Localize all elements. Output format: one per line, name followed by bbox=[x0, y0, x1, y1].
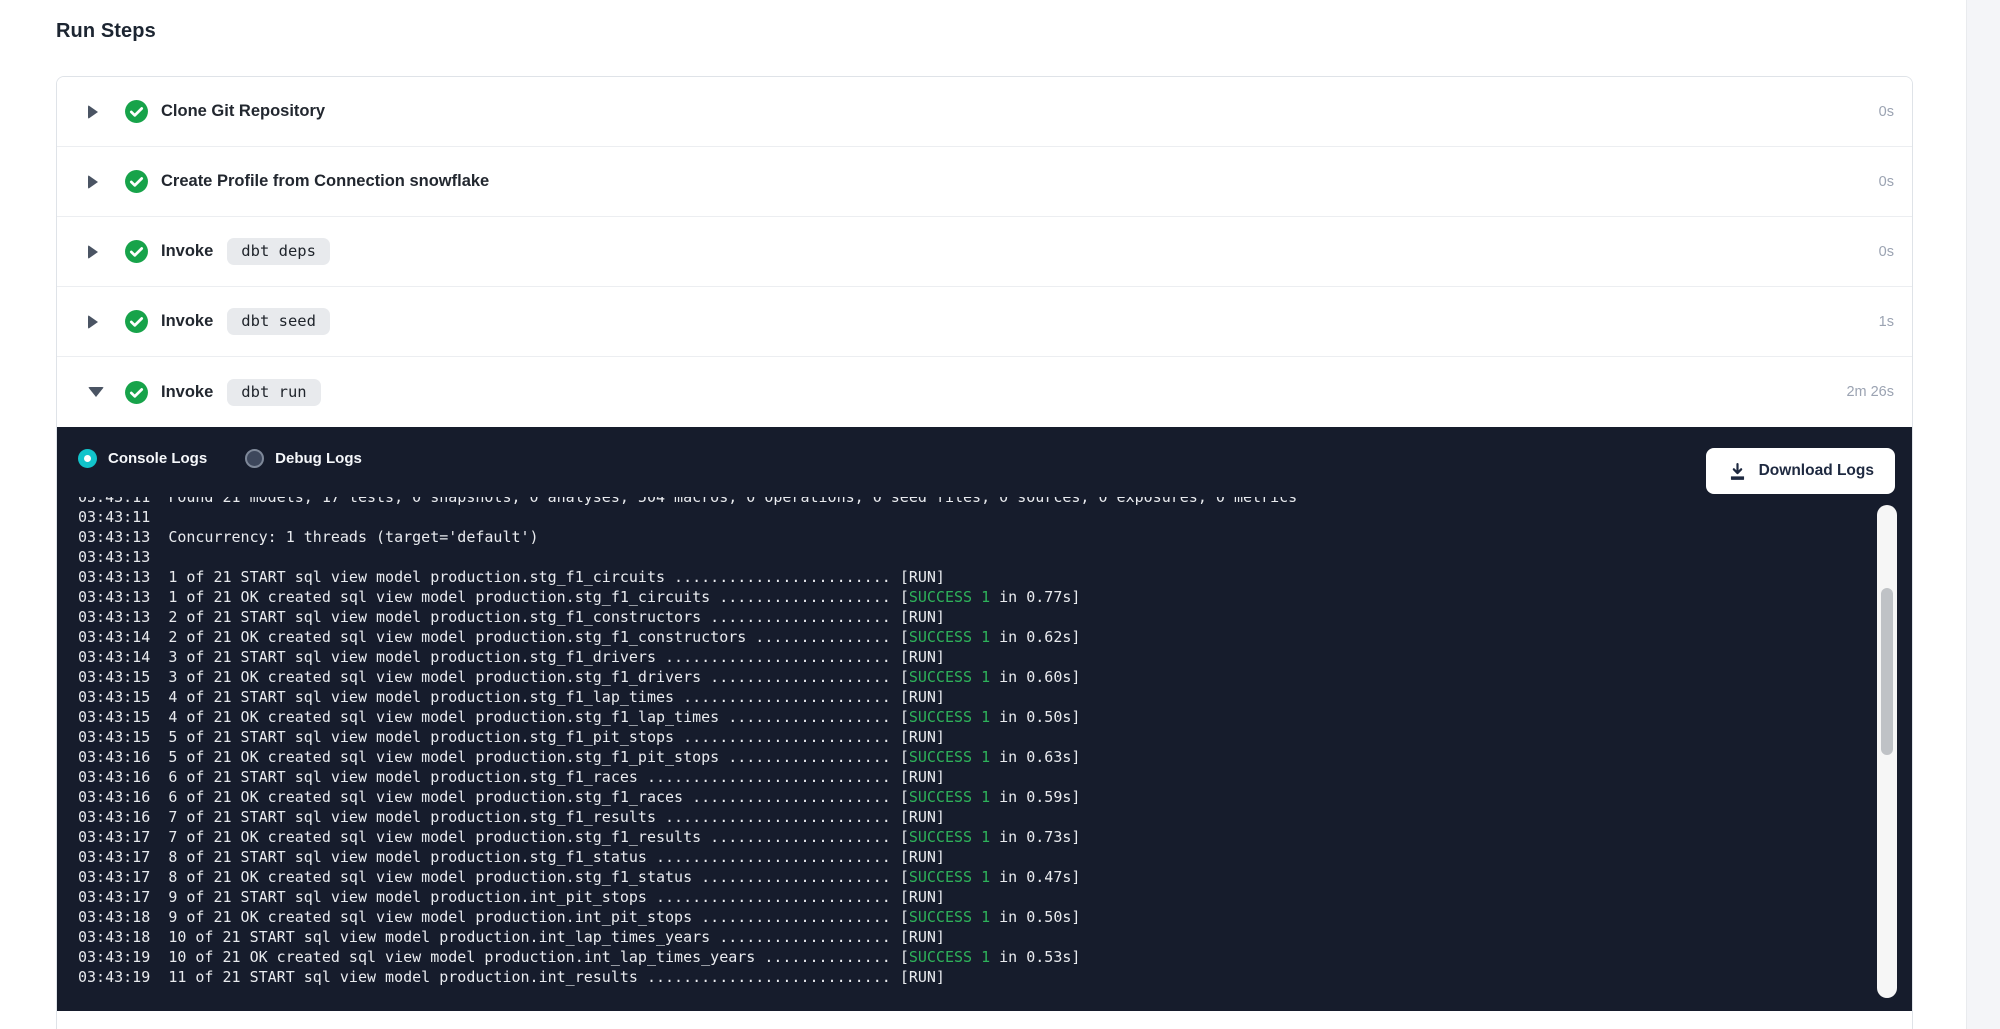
log-line: 03:43:18 9 of 21 OK created sql view mod… bbox=[78, 907, 1872, 927]
chevron-right-icon[interactable] bbox=[88, 315, 106, 329]
run-steps-card: Clone Git Repository 0s Create Profile f… bbox=[56, 76, 1913, 1029]
log-type-tabs: Console Logs Debug Logs bbox=[78, 449, 400, 468]
log-line: 03:43:15 3 of 21 OK created sql view mod… bbox=[78, 667, 1872, 687]
console-logs-option[interactable]: Console Logs bbox=[78, 449, 207, 468]
step-label: Clone Git Repository bbox=[161, 102, 325, 121]
debug-logs-label: Debug Logs bbox=[275, 450, 362, 467]
step-command-badge: dbt run bbox=[227, 379, 320, 406]
page-title: Run Steps bbox=[56, 20, 156, 43]
log-line: 03:43:17 7 of 21 OK created sql view mod… bbox=[78, 827, 1872, 847]
download-logs-button[interactable]: Download Logs bbox=[1706, 448, 1895, 494]
chevron-down-icon[interactable] bbox=[88, 387, 106, 397]
debug-logs-option[interactable]: Debug Logs bbox=[245, 449, 362, 468]
step-label: Invoke bbox=[161, 312, 213, 331]
download-icon bbox=[1727, 461, 1748, 482]
log-line: 03:43:17 8 of 21 START sql view model pr… bbox=[78, 847, 1872, 867]
step-label: Invoke bbox=[161, 383, 213, 402]
chevron-right-icon[interactable] bbox=[88, 245, 106, 259]
step-row-invoke-dbt-run[interactable]: Invoke dbt run 2m 26s bbox=[57, 357, 1912, 427]
step-duration: 0s bbox=[1879, 174, 1894, 190]
step-row-create-profile[interactable]: Create Profile from Connection snowflake… bbox=[57, 147, 1912, 217]
log-line: 03:43:16 6 of 21 OK created sql view mod… bbox=[78, 787, 1872, 807]
success-check-icon bbox=[124, 380, 149, 405]
console-panel: Console Logs Debug Logs Download Logs 03… bbox=[57, 427, 1912, 1011]
log-line: 03:43:13 Concurrency: 1 threads (target=… bbox=[78, 527, 1872, 547]
step-command-badge: dbt deps bbox=[227, 238, 330, 265]
console-logs-label: Console Logs bbox=[108, 450, 207, 467]
log-line: 03:43:15 4 of 21 START sql view model pr… bbox=[78, 687, 1872, 707]
step-label: Create Profile from Connection snowflake bbox=[161, 172, 489, 191]
log-line: 03:43:17 8 of 21 OK created sql view mod… bbox=[78, 867, 1872, 887]
log-line: 03:43:13 2 of 21 START sql view model pr… bbox=[78, 607, 1872, 627]
log-line: 03:43:15 4 of 21 OK created sql view mod… bbox=[78, 707, 1872, 727]
log-line: 03:43:16 5 of 21 OK created sql view mod… bbox=[78, 747, 1872, 767]
download-logs-label: Download Logs bbox=[1759, 462, 1874, 480]
success-check-icon bbox=[124, 169, 149, 194]
step-duration: 0s bbox=[1879, 104, 1894, 120]
log-line: 03:43:13 1 of 21 START sql view model pr… bbox=[78, 567, 1872, 587]
log-line: 03:43:18 10 of 21 START sql view model p… bbox=[78, 927, 1872, 947]
console-log-output[interactable]: 03:43:11 Found 21 models, 17 tests, 0 sn… bbox=[78, 497, 1872, 1001]
success-check-icon bbox=[124, 239, 149, 264]
chevron-right-icon[interactable] bbox=[88, 175, 106, 189]
step-command-badge: dbt seed bbox=[227, 308, 330, 335]
step-row-clone-git-repository[interactable]: Clone Git Repository 0s bbox=[57, 77, 1912, 147]
log-line: 03:43:19 10 of 21 OK created sql view mo… bbox=[78, 947, 1872, 967]
log-content: 03:43:11 Found 21 models, 17 tests, 0 sn… bbox=[78, 497, 1872, 987]
log-line: 03:43:17 9 of 21 START sql view model pr… bbox=[78, 887, 1872, 907]
log-line: 03:43:14 3 of 21 START sql view model pr… bbox=[78, 647, 1872, 667]
radio-unselected-icon[interactable] bbox=[245, 449, 264, 468]
radio-selected-icon[interactable] bbox=[78, 449, 97, 468]
step-row-invoke-dbt-deps[interactable]: Invoke dbt deps 0s bbox=[57, 217, 1912, 287]
step-label: Invoke bbox=[161, 242, 213, 261]
log-line: 03:43:16 6 of 21 START sql view model pr… bbox=[78, 767, 1872, 787]
scrollbar-thumb[interactable] bbox=[1881, 588, 1893, 755]
chevron-right-icon[interactable] bbox=[88, 105, 106, 119]
success-check-icon bbox=[124, 309, 149, 334]
page-edge-strip bbox=[1966, 0, 2000, 1029]
log-line: 03:43:13 bbox=[78, 547, 1872, 567]
step-duration: 2m 26s bbox=[1846, 384, 1894, 400]
log-line: 03:43:15 5 of 21 START sql view model pr… bbox=[78, 727, 1872, 747]
log-line: 03:43:11 bbox=[78, 507, 1872, 527]
success-check-icon bbox=[124, 99, 149, 124]
step-duration: 1s bbox=[1879, 314, 1894, 330]
step-row-invoke-dbt-seed[interactable]: Invoke dbt seed 1s bbox=[57, 287, 1912, 357]
log-line: 03:43:13 1 of 21 OK created sql view mod… bbox=[78, 587, 1872, 607]
log-line: 03:43:14 2 of 21 OK created sql view mod… bbox=[78, 627, 1872, 647]
log-line: 03:43:11 Found 21 models, 17 tests, 0 sn… bbox=[78, 497, 1872, 507]
log-line: 03:43:16 7 of 21 START sql view model pr… bbox=[78, 807, 1872, 827]
scrollbar-track[interactable] bbox=[1877, 505, 1897, 998]
step-duration: 0s bbox=[1879, 244, 1894, 260]
log-line: 03:43:19 11 of 21 START sql view model p… bbox=[78, 967, 1872, 987]
